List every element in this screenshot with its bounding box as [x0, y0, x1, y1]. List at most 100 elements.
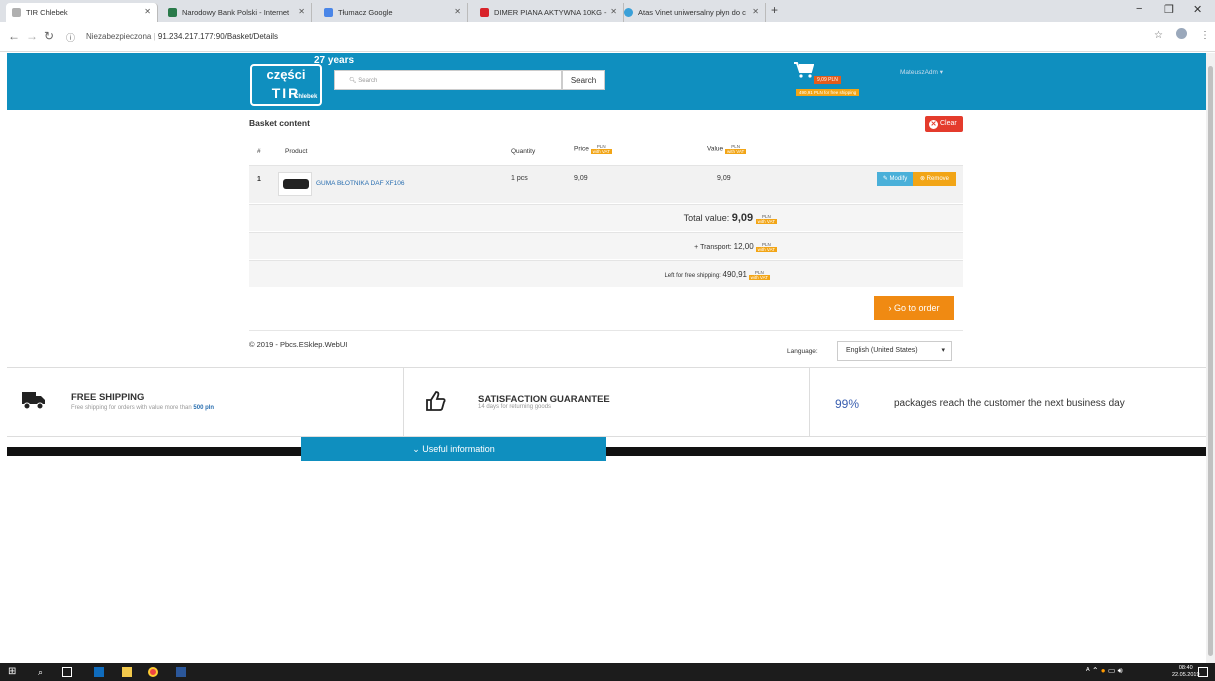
delivery-percent-text: packages reach the customer the next bus…	[894, 398, 1125, 409]
site-header	[7, 53, 1206, 110]
file-explorer-icon[interactable]	[122, 667, 132, 677]
divider	[249, 330, 963, 331]
free-shipping-title: FREE SHIPPING	[71, 392, 145, 403]
url-field[interactable]: Niezabezpieczona | 91.234.217.177:90/Bas…	[86, 32, 278, 41]
years-badge: 27 years	[314, 55, 355, 66]
clock-time: 08:40	[1178, 665, 1193, 671]
close-window-icon[interactable]: ✕	[1193, 3, 1202, 16]
language-label: Language:	[787, 348, 818, 355]
column-header-quantity: Quantity	[511, 148, 536, 155]
free-shipping-row: Left for free shipping: 490,91 PLN with V…	[249, 260, 963, 287]
word-icon[interactable]	[176, 667, 186, 677]
outlook-icon[interactable]	[94, 667, 104, 677]
browser-tab[interactable]: Atas Vinet uniwersalny płyn do c ✕	[618, 3, 766, 22]
free-shipping-sub-text: Free shipping for orders with value more…	[71, 405, 192, 411]
search-button[interactable]: Search	[562, 70, 605, 90]
vat-tag: PLN with VAT	[755, 242, 777, 253]
free-shipping-badge: 490,91 PLN for free shipping	[796, 89, 860, 96]
remove-icon: ⊗	[919, 176, 925, 182]
favicon-icon	[12, 8, 21, 17]
chevron-down-icon: ▾	[939, 69, 944, 76]
browser-tab[interactable]: Tłumacz Google ✕	[318, 3, 468, 22]
browser-tab-bar: TIR Chlebek ✕ Narodowy Bank Polski - Int…	[0, 0, 1215, 22]
go-to-order-button[interactable]: › Go to order	[874, 296, 954, 320]
task-view-icon[interactable]	[62, 667, 72, 677]
clear-button[interactable]: ✕ Clear	[925, 116, 963, 132]
chevron-right-icon: ›	[888, 303, 892, 313]
profile-icon[interactable]	[1176, 28, 1187, 39]
url-text: 91.234.217.177:90/Basket/Details	[157, 32, 279, 41]
basket-title: Basket content	[249, 118, 310, 128]
tab-label: Narodowy Bank Polski - Internet	[182, 8, 290, 17]
row-price: 9,09	[574, 175, 588, 182]
free-shipping-amount: 500 pln	[193, 405, 215, 411]
transport-label: + Transport:	[694, 244, 732, 251]
menu-icon[interactable]: ⋮	[1200, 30, 1210, 41]
address-bar: ← → ↻ ⓘ Niezabezpieczona | 91.234.217.17…	[0, 22, 1215, 52]
free-shipping-subtitle: Free shipping for orders with value more…	[71, 405, 214, 411]
favicon-icon	[324, 8, 333, 17]
useful-information-label: Useful information	[422, 444, 495, 454]
delivery-percent: 99%	[835, 397, 860, 411]
browser-tab[interactable]: DIMER PIANA AKTYWNA 10KG - ✕	[474, 3, 624, 22]
total-value: Total value: 9,09 PLN with VAT	[684, 212, 777, 224]
price-header-label: Price	[574, 145, 589, 153]
search-input[interactable]: 🔍︎ Search	[334, 70, 562, 90]
left-label: Left for free shipping:	[664, 273, 721, 279]
cart-icon[interactable]	[794, 62, 814, 78]
maximize-icon[interactable]: ❐	[1164, 3, 1174, 16]
notification-icon[interactable]	[1198, 667, 1208, 677]
scrollbar-thumb[interactable]	[1208, 66, 1213, 656]
remove-button[interactable]: ⊗ Remove	[913, 172, 956, 186]
browser-tab[interactable]: TIR Chlebek ✕	[6, 3, 158, 22]
forward-icon[interactable]: →	[26, 29, 38, 43]
clear-x-icon: ✕	[929, 120, 938, 129]
tab-label: DIMER PIANA AKTYWNA 10KG -	[494, 8, 607, 17]
system-tray-icons[interactable]: ᴬ ⌃ ● ▭ 🔊︎	[1086, 666, 1156, 676]
chrome-icon[interactable]	[148, 667, 158, 677]
bookmark-star-icon[interactable]: ☆	[1154, 30, 1163, 41]
truck-icon	[22, 392, 45, 410]
divider	[403, 367, 404, 437]
logo-subtitle: Chlebek	[294, 94, 318, 100]
new-tab-button[interactable]: +	[771, 3, 778, 17]
product-link[interactable]: GUMA BŁOTNIKA DAF XF106	[316, 180, 405, 187]
chevron-circle-icon: ⌄	[412, 444, 420, 454]
windows-start-icon[interactable]: ⊞	[8, 667, 18, 677]
copyright-text: © 2019 - Pbcs.ESklep.WebUI	[249, 340, 348, 349]
language-select[interactable]: English (United States) ▾	[837, 341, 952, 361]
tab-label: TIR Chlebek	[26, 8, 68, 17]
useful-information-tab[interactable]: ⌄ Useful information	[301, 437, 606, 461]
user-name: MateuszAdm	[900, 69, 938, 76]
transport-row: + Transport: 12,00 PLN with VAT	[249, 232, 963, 259]
back-icon[interactable]: ←	[8, 29, 20, 43]
reload-icon[interactable]: ↻	[44, 29, 54, 43]
close-tab-icon[interactable]: ✕	[144, 7, 151, 16]
row-value: 9,09	[717, 175, 731, 182]
close-tab-icon[interactable]: ✕	[752, 7, 759, 16]
minimize-icon[interactable]: −	[1136, 3, 1142, 15]
thumbs-up-icon	[426, 391, 446, 411]
modify-button[interactable]: ✎ Modify	[877, 172, 913, 186]
taskbar-clock[interactable]: 08:40 22.05.2019	[1172, 665, 1200, 679]
remove-label: Remove	[926, 176, 950, 182]
vat-tag: PLN with VAT	[590, 144, 612, 154]
product-thumbnail[interactable]	[278, 172, 312, 196]
close-tab-icon[interactable]: ✕	[610, 7, 617, 16]
close-tab-icon[interactable]: ✕	[454, 7, 461, 16]
favicon-icon	[480, 8, 489, 17]
search-icon[interactable]: ⌕	[38, 667, 48, 677]
close-tab-icon[interactable]: ✕	[298, 7, 305, 16]
user-menu[interactable]: MateuszAdm ▾	[900, 68, 943, 76]
logo-top-text: części	[266, 67, 306, 82]
column-header-product: Product	[285, 148, 308, 155]
security-label: Niezabezpieczona	[86, 32, 152, 41]
browser-tab[interactable]: Narodowy Bank Polski - Internet ✕	[162, 3, 312, 22]
tab-label: Atas Vinet uniwersalny płyn do c	[638, 8, 746, 17]
clock-date: 22.05.2019	[1172, 672, 1200, 678]
total-row: Total value: 9,09 PLN with VAT	[249, 204, 963, 231]
clear-label: Clear	[939, 120, 957, 127]
row-quantity: 1 pcs	[511, 175, 528, 182]
transport-amount: 12,00	[733, 242, 754, 251]
info-icon[interactable]: ⓘ	[66, 31, 75, 44]
